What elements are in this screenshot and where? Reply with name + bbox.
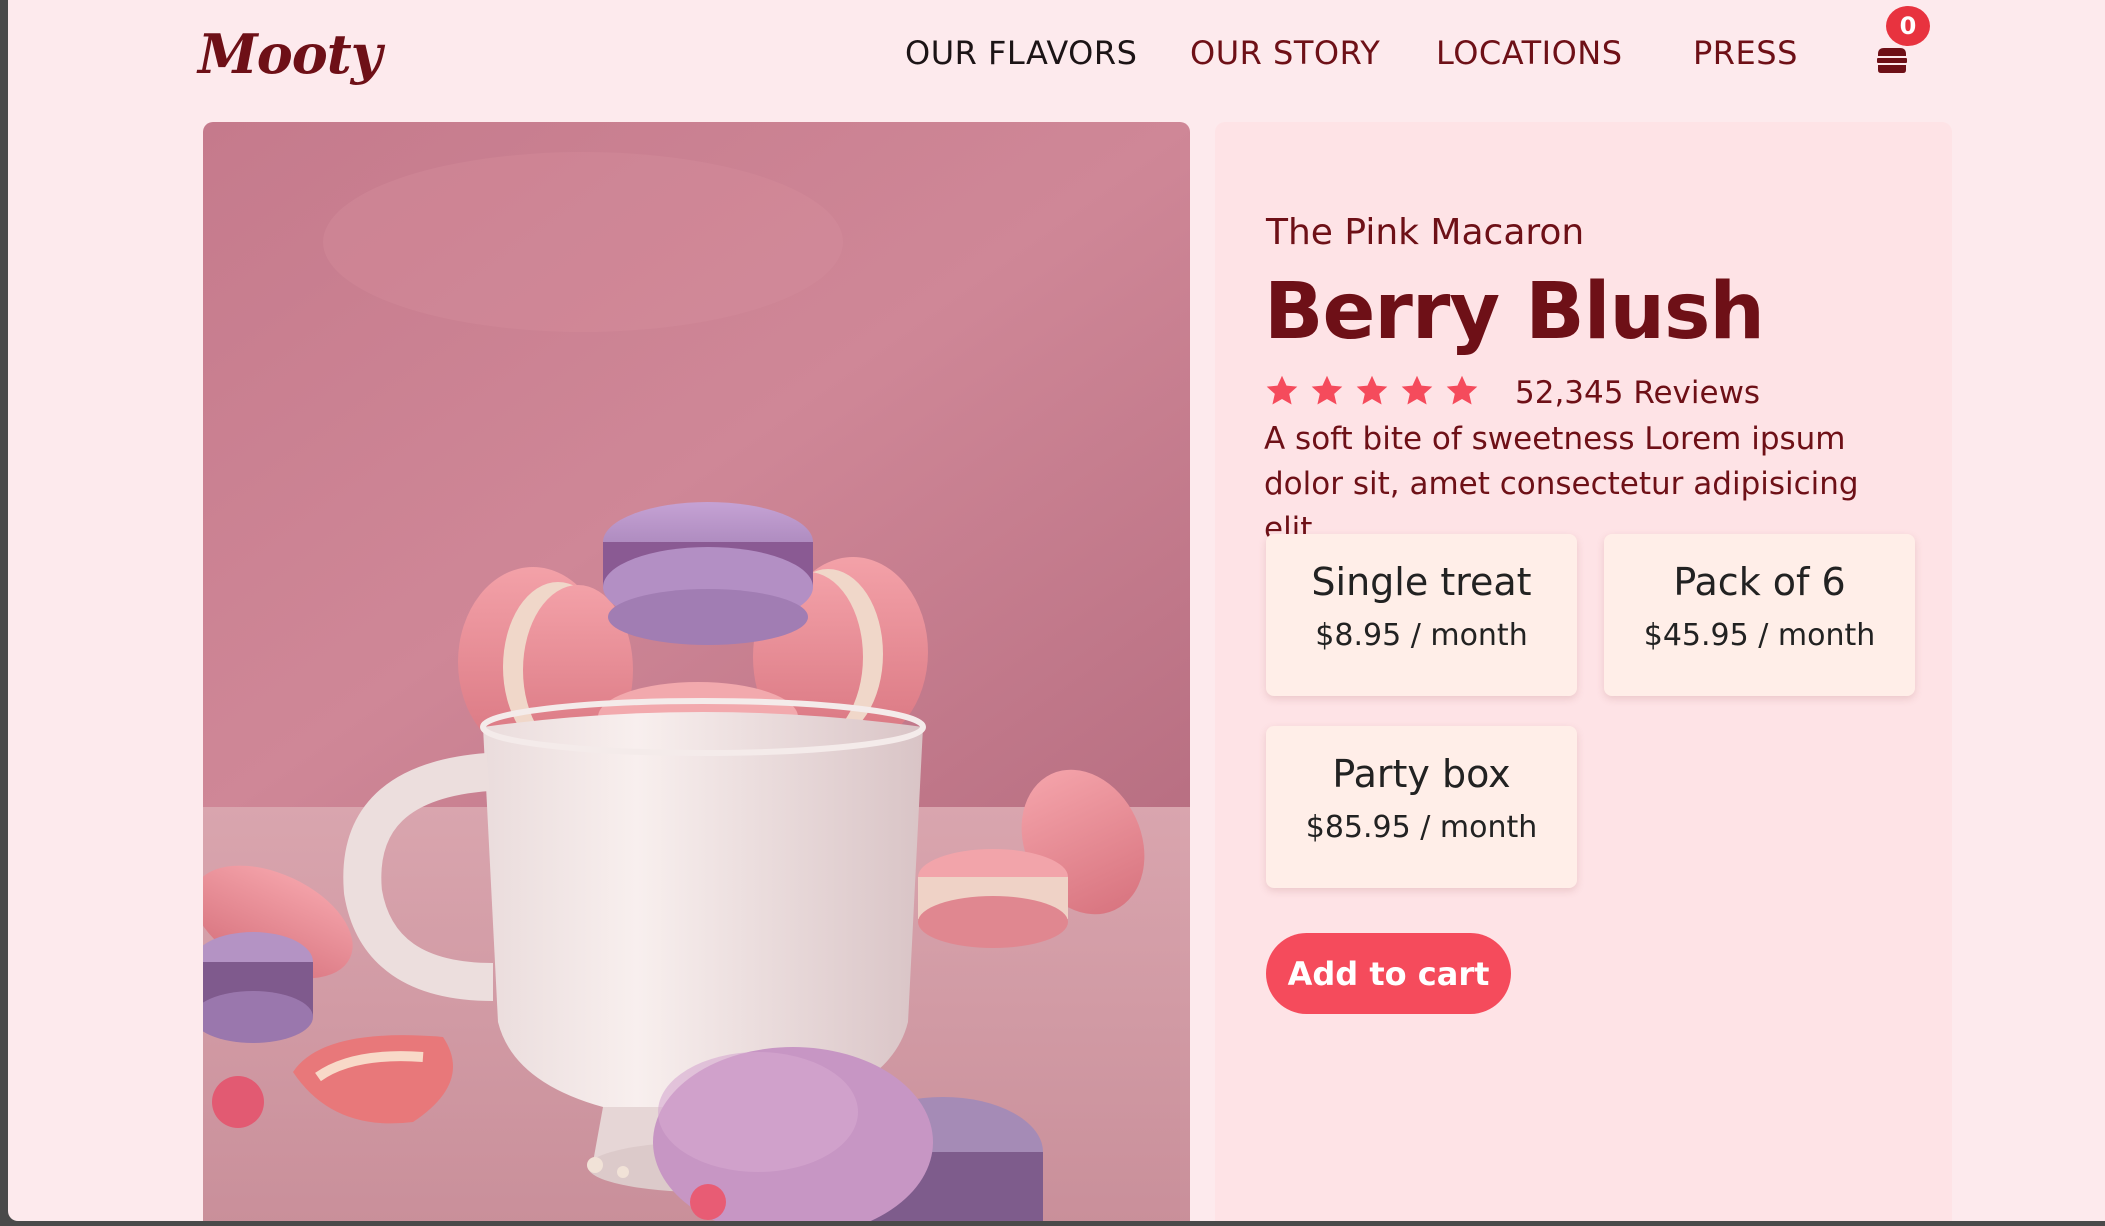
star-icon — [1356, 375, 1388, 405]
option-price: $45.95 / month — [1643, 618, 1876, 653]
macaron-cup-photo — [203, 122, 1190, 1221]
option-name: Pack of 6 — [1673, 560, 1846, 604]
option-party-box[interactable]: Party box $85.95 / month — [1266, 726, 1577, 888]
rating-stars — [1264, 373, 1480, 409]
product-title: Berry Blush — [1264, 267, 1765, 357]
nav-locations[interactable]: LOCATIONS — [1436, 34, 1623, 72]
review-count[interactable]: 52,345 Reviews — [1515, 375, 1760, 411]
cart-count-badge: 0 — [1886, 6, 1930, 46]
star-icon — [1401, 375, 1433, 405]
option-price: $85.95 / month — [1305, 810, 1538, 845]
product-description: A soft bite of sweetness Lorem ipsum dol… — [1264, 421, 1859, 547]
add-to-cart-button[interactable]: Add to cart — [1266, 933, 1511, 1014]
cart-icon[interactable] — [1874, 42, 1910, 78]
product-image — [203, 122, 1190, 1221]
product-info-panel: The Pink Macaron Berry Blush 52,345 Revi… — [1215, 122, 1952, 1221]
nav-our-story[interactable]: OUR STORY — [1190, 34, 1380, 72]
option-name: Party box — [1332, 752, 1511, 796]
star-icon — [1266, 375, 1298, 405]
cart-icon-graphic — [1877, 48, 1907, 73]
option-price: $8.95 / month — [1315, 618, 1528, 653]
option-single-treat[interactable]: Single treat $8.95 / month — [1266, 534, 1577, 696]
option-name: Single treat — [1311, 560, 1532, 604]
star-icon — [1446, 375, 1478, 405]
product-subtitle: The Pink Macaron — [1266, 212, 1585, 253]
option-pack-of-6[interactable]: Pack of 6 $45.95 / month — [1604, 534, 1915, 696]
page: Mooty OUR FLAVORS OUR STORY LOCATIONS PR… — [8, 0, 2105, 1221]
brand-logo[interactable]: Mooty — [198, 22, 382, 86]
nav-press[interactable]: PRESS — [1693, 34, 1798, 72]
star-icon — [1311, 375, 1343, 405]
nav-our-flavors[interactable]: OUR FLAVORS — [905, 34, 1137, 72]
